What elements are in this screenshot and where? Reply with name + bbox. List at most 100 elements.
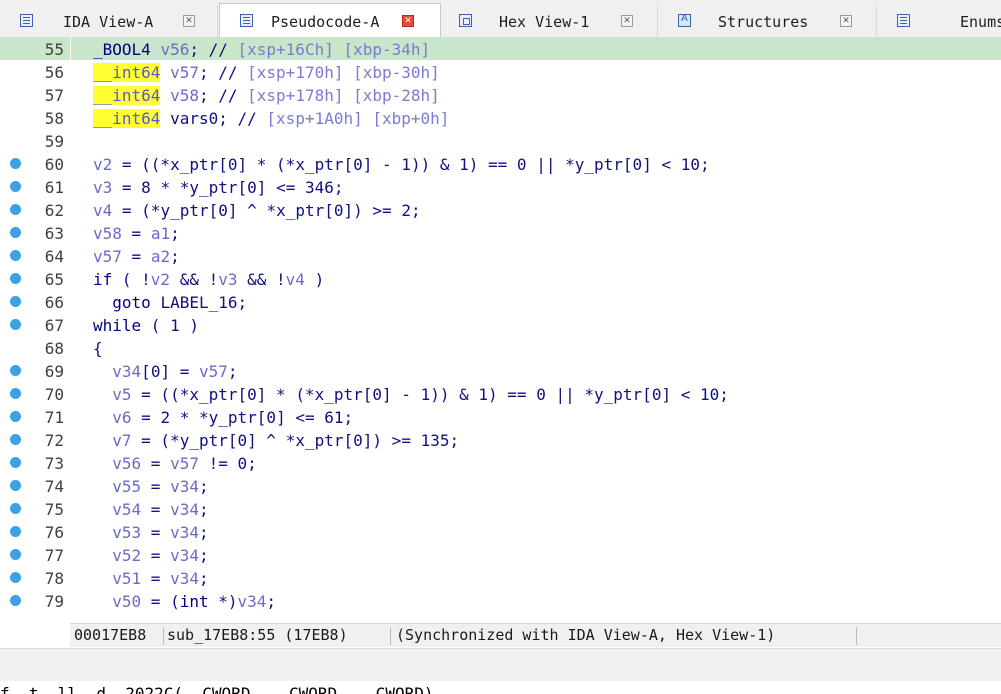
code-line[interactable]: 73 v56 = v57 != 0; [0, 451, 1001, 474]
code-line[interactable]: 67 while ( 1 ) [0, 313, 1001, 336]
tab-structures[interactable]: Structures ✕ [659, 6, 877, 37]
code-text[interactable]: { [93, 339, 103, 358]
tab-enums[interactable]: Enums [878, 6, 1001, 37]
code-line[interactable]: 76 v53 = v34; [0, 520, 1001, 543]
code-text[interactable]: v56 = v57 != 0; [93, 454, 257, 473]
code-text[interactable]: v2 = ((*x_ptr[0] * (*x_ptr[0] - 1)) & 1)… [93, 155, 710, 174]
code-text[interactable]: __int64 v57; // [xsp+170h] [xbp-30h] [93, 63, 440, 82]
tab-ida-view-a[interactable]: IDA View-A ✕ [0, 6, 218, 37]
breakpoint-dot-icon[interactable] [10, 250, 21, 261]
tab-label: Pseudocode-A [271, 13, 380, 31]
code-line[interactable]: 63 v58 = a1; [0, 221, 1001, 244]
code-line[interactable]: 72 v7 = (*y_ptr[0] ^ *x_ptr[0]) >= 135; [0, 428, 1001, 451]
breakpoint-dot-icon[interactable] [10, 480, 21, 491]
code-line[interactable]: 65 if ( !v2 && !v3 && !v4 ) [0, 267, 1001, 290]
tab-label: IDA View-A [63, 13, 154, 31]
line-number: 72 [44, 431, 64, 450]
breakpoint-dot-icon[interactable] [10, 434, 21, 445]
close-icon[interactable]: ✕ [183, 15, 195, 27]
code-line[interactable]: 57 __int64 v58; // [xsp+178h] [xbp-28h] [0, 83, 1001, 106]
code-line[interactable]: 70 v5 = ((*x_ptr[0] * (*x_ptr[0] - 1)) &… [0, 382, 1001, 405]
breakpoint-dot-icon[interactable] [10, 388, 21, 399]
line-number: 75 [44, 500, 64, 519]
code-text[interactable]: v5 = ((*x_ptr[0] * (*x_ptr[0] - 1)) & 1)… [93, 385, 729, 404]
code-text[interactable]: goto LABEL_16; [93, 293, 247, 312]
code-line[interactable]: 59 [0, 129, 1001, 152]
breakpoint-dot-icon[interactable] [10, 181, 21, 192]
hex-view-icon [459, 14, 472, 27]
code-text[interactable]: __int64 vars0; // [xsp+1A0h] [xbp+0h] [93, 109, 449, 128]
code-line[interactable]: 60 v2 = ((*x_ptr[0] * (*x_ptr[0] - 1)) & … [0, 152, 1001, 175]
code-line[interactable]: 68 { [0, 336, 1001, 359]
line-number: 74 [44, 477, 64, 496]
code-text[interactable]: v52 = v34; [93, 546, 208, 565]
code-text[interactable]: v55 = v34; [93, 477, 208, 496]
breakpoint-dot-icon[interactable] [10, 503, 21, 514]
breakpoint-dot-icon[interactable] [10, 365, 21, 376]
status-divider [390, 627, 391, 645]
breakpoint-dot-icon[interactable] [10, 572, 21, 583]
code-line[interactable]: 69 v34[0] = v57; [0, 359, 1001, 382]
code-text[interactable]: v53 = v34; [93, 523, 208, 542]
pseudocode-icon [240, 14, 253, 27]
status-divider [856, 627, 857, 645]
code-text[interactable]: v6 = 2 * *y_ptr[0] <= 61; [93, 408, 353, 427]
code-text[interactable]: if ( !v2 && !v3 && !v4 ) [93, 270, 324, 289]
breakpoint-dot-icon[interactable] [10, 204, 21, 215]
code-text[interactable]: v34[0] = v57; [93, 362, 237, 381]
line-number: 58 [44, 109, 64, 128]
code-text[interactable]: while ( 1 ) [93, 316, 199, 335]
enums-icon [897, 14, 910, 27]
close-icon[interactable]: ✕ [621, 15, 633, 27]
line-number: 77 [44, 546, 64, 565]
close-icon[interactable]: ✕ [402, 15, 414, 27]
breakpoint-dot-icon[interactable] [10, 411, 21, 422]
code-line[interactable]: 55 _BOOL4 v56; // [xsp+16Ch] [xbp-34h] [0, 37, 1001, 60]
breakpoint-dot-icon[interactable] [10, 549, 21, 560]
tab-hex-view-1[interactable]: Hex View-1 ✕ [442, 6, 658, 37]
line-number: 63 [44, 224, 64, 243]
code-line[interactable]: 77 v52 = v34; [0, 543, 1001, 566]
breakpoint-dot-icon[interactable] [10, 227, 21, 238]
line-number: 64 [44, 247, 64, 266]
code-line[interactable]: 66 goto LABEL_16; [0, 290, 1001, 313]
breakpoint-dot-icon[interactable] [10, 319, 21, 330]
structures-icon [678, 13, 691, 27]
code-line[interactable]: 61 v3 = 8 * *y_ptr[0] <= 346; [0, 175, 1001, 198]
code-text[interactable]: v4 = (*y_ptr[0] ^ *x_ptr[0]) >= 2; [93, 201, 421, 220]
breakpoint-dot-icon[interactable] [10, 457, 21, 468]
code-text[interactable]: v58 = a1; [93, 224, 180, 243]
close-icon[interactable]: ✕ [840, 15, 852, 27]
code-text[interactable]: v54 = v34; [93, 500, 208, 519]
line-number: 59 [44, 132, 64, 151]
code-line[interactable]: 64 v57 = a2; [0, 244, 1001, 267]
code-line[interactable]: 71 v6 = 2 * *y_ptr[0] <= 61; [0, 405, 1001, 428]
status-bar: 00017EB8 sub_17EB8:55 (17EB8) (Synchroni… [70, 623, 1001, 647]
code-line[interactable]: 79 v50 = (int *)v34; [0, 589, 1001, 612]
status-divider [163, 627, 164, 645]
code-line[interactable]: 78 v51 = v34; [0, 566, 1001, 589]
code-line[interactable]: 74 v55 = v34; [0, 474, 1001, 497]
breakpoint-dot-icon[interactable] [10, 296, 21, 307]
ida-view-icon [20, 14, 33, 27]
breakpoint-dot-icon[interactable] [10, 158, 21, 169]
code-text[interactable]: v7 = (*y_ptr[0] ^ *x_ptr[0]) >= 135; [93, 431, 459, 450]
horizontal-scroll-area[interactable] [0, 648, 1001, 681]
code-text[interactable]: v3 = 8 * *y_ptr[0] <= 346; [93, 178, 344, 197]
code-line[interactable]: 58 __int64 vars0; // [xsp+1A0h] [xbp+0h] [0, 106, 1001, 129]
code-text[interactable]: __int64 v58; // [xsp+178h] [xbp-28h] [93, 86, 440, 105]
code-line[interactable]: 75 v54 = v34; [0, 497, 1001, 520]
breakpoint-dot-icon[interactable] [10, 526, 21, 537]
code-text[interactable]: v57 = a2; [93, 247, 180, 266]
code-text[interactable]: _BOOL4 v56; // [xsp+16Ch] [xbp-34h] [93, 40, 430, 59]
gutter-divider [70, 37, 71, 621]
breakpoint-dot-icon[interactable] [10, 595, 21, 606]
breakpoint-dot-icon[interactable] [10, 273, 21, 284]
code-text[interactable]: v51 = v34; [93, 569, 208, 588]
tab-pseudocode-a[interactable]: Pseudocode-A ✕ [219, 3, 441, 37]
code-text[interactable]: v50 = (int *)v34; [93, 592, 276, 611]
code-line[interactable]: 56 __int64 v57; // [xsp+170h] [xbp-30h] [0, 60, 1001, 83]
line-number: 78 [44, 569, 64, 588]
code-line[interactable]: 62 v4 = (*y_ptr[0] ^ *x_ptr[0]) >= 2; [0, 198, 1001, 221]
pseudocode-view[interactable]: 55 _BOOL4 v56; // [xsp+16Ch] [xbp-34h] 56 _… [0, 37, 1001, 621]
